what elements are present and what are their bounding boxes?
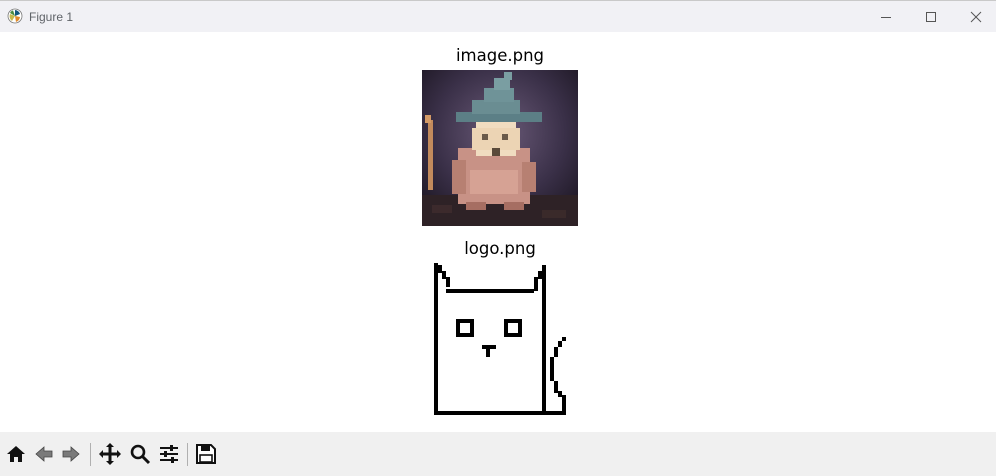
title-bar[interactable]: Figure 1 — [0, 1, 996, 32]
minimize-icon — [881, 16, 891, 18]
pan-icon — [99, 443, 121, 465]
minimize-button[interactable] — [863, 1, 909, 32]
pan-button[interactable] — [97, 441, 123, 467]
image-caption: image.png — [455, 46, 545, 65]
configure-subplots-icon — [160, 445, 178, 463]
figure-window: Figure 1 image.png logo.png — [0, 0, 996, 476]
forward-button[interactable] — [58, 441, 84, 467]
maximize-button[interactable] — [908, 1, 954, 32]
maximize-icon — [926, 11, 936, 22]
save-icon — [196, 444, 216, 464]
home-icon — [7, 446, 25, 462]
logo-caption: logo.png — [464, 239, 536, 258]
close-icon — [970, 11, 982, 22]
forward-icon — [62, 446, 80, 462]
zoom-icon — [130, 444, 151, 465]
configure-subplots-button[interactable] — [156, 441, 182, 467]
close-button[interactable] — [953, 1, 996, 32]
back-button[interactable] — [31, 441, 57, 467]
photo-image — [422, 70, 578, 226]
save-button[interactable] — [193, 441, 219, 467]
zoom-button[interactable] — [127, 441, 153, 467]
matplotlib-logo-icon — [7, 8, 23, 24]
navigation-toolbar — [0, 432, 996, 476]
home-button[interactable] — [3, 441, 29, 467]
toolbar-separator — [90, 443, 91, 466]
back-icon — [35, 446, 53, 462]
toolbar-separator — [187, 443, 188, 466]
window-title: Figure 1 — [29, 10, 74, 24]
logo-image — [434, 263, 566, 415]
